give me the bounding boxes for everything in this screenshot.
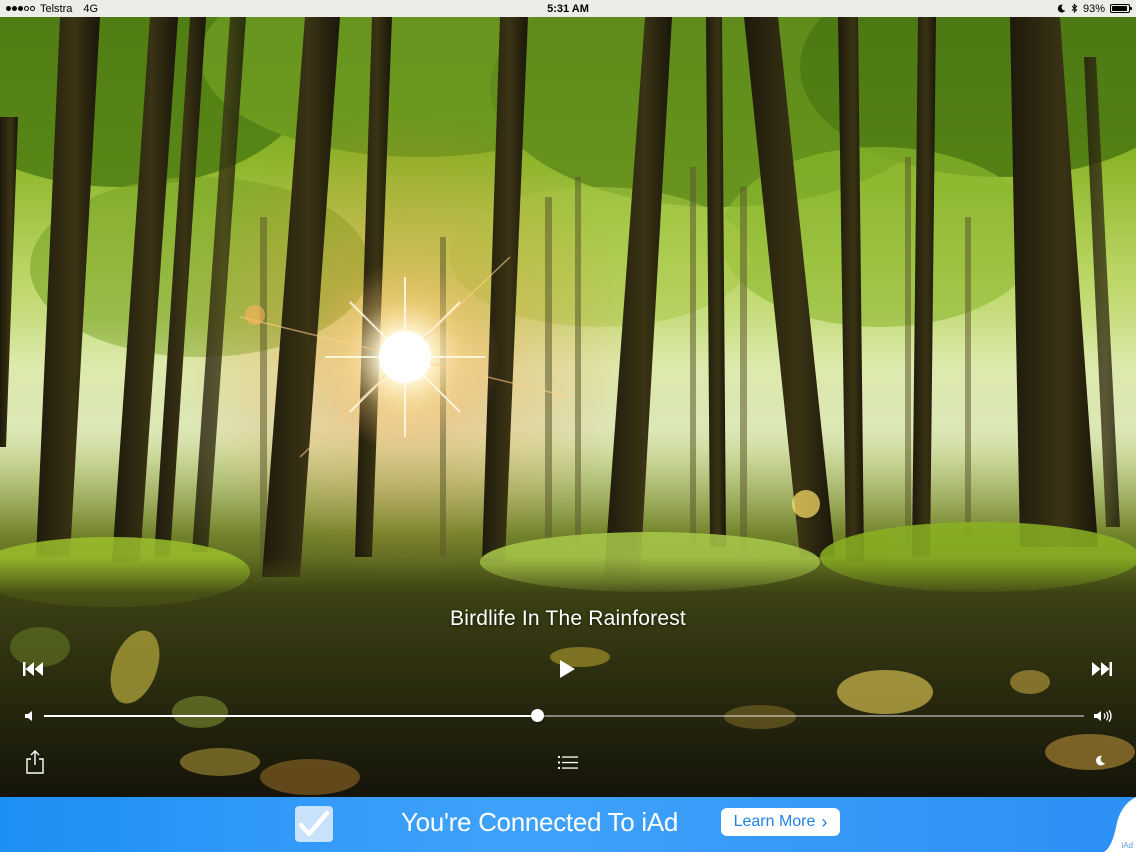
- playlist-button[interactable]: [556, 753, 580, 771]
- chevron-right-icon: ›: [821, 812, 828, 832]
- sleep-timer-button[interactable]: [1092, 752, 1108, 768]
- learn-more-button[interactable]: Learn More ›: [721, 808, 840, 836]
- iad-banner[interactable]: You're Connected To iAd Learn More › iAd: [0, 797, 1136, 852]
- list-icon: [558, 755, 578, 769]
- skip-forward-icon: [1092, 662, 1112, 676]
- battery-level: [1112, 6, 1127, 11]
- battery-icon: [1110, 4, 1132, 13]
- network-type: 4G: [83, 2, 99, 15]
- volume-slider-fill: [44, 715, 537, 717]
- signal-strength-icon: [6, 6, 35, 11]
- battery-percent: 93%: [1082, 2, 1105, 15]
- volume-low-icon: [24, 711, 32, 721]
- learn-more-label: Learn More: [733, 813, 816, 830]
- moon-icon: [1057, 4, 1066, 13]
- forest-illustration: [0, 17, 1136, 797]
- volume-max-button[interactable]: [1092, 708, 1114, 724]
- skip-back-icon: [23, 662, 43, 676]
- carrier-name: Telstra: [40, 2, 73, 15]
- share-icon: [26, 750, 44, 774]
- ad-headline: You're Connected To iAd: [401, 807, 679, 837]
- share-button[interactable]: [24, 748, 46, 776]
- next-track-button[interactable]: [1089, 660, 1113, 678]
- track-title: Birdlife In The Rainforest: [450, 607, 686, 630]
- iad-label: iAd: [1121, 841, 1133, 850]
- volume-high-icon: [1093, 710, 1112, 722]
- previous-track-button[interactable]: [22, 660, 46, 678]
- play-button[interactable]: [556, 658, 578, 680]
- volume-min-button[interactable]: [22, 709, 36, 723]
- status-time: 5:31 AM: [547, 2, 589, 15]
- moon-icon: [1095, 755, 1105, 765]
- album-artwork: [0, 17, 1136, 797]
- status-right: 93%: [1057, 2, 1132, 15]
- checkmark-badge: [295, 806, 333, 842]
- status-left: Telstra 4G: [6, 3, 98, 15]
- checkmark-icon: [298, 810, 330, 837]
- volume-slider-knob[interactable]: [530, 709, 544, 722]
- bluetooth-icon: [1071, 3, 1078, 14]
- status-bar: Telstra 4G 5:31 AM 93%: [0, 0, 1136, 17]
- play-icon: [560, 660, 575, 678]
- volume-slider[interactable]: [44, 709, 1084, 722]
